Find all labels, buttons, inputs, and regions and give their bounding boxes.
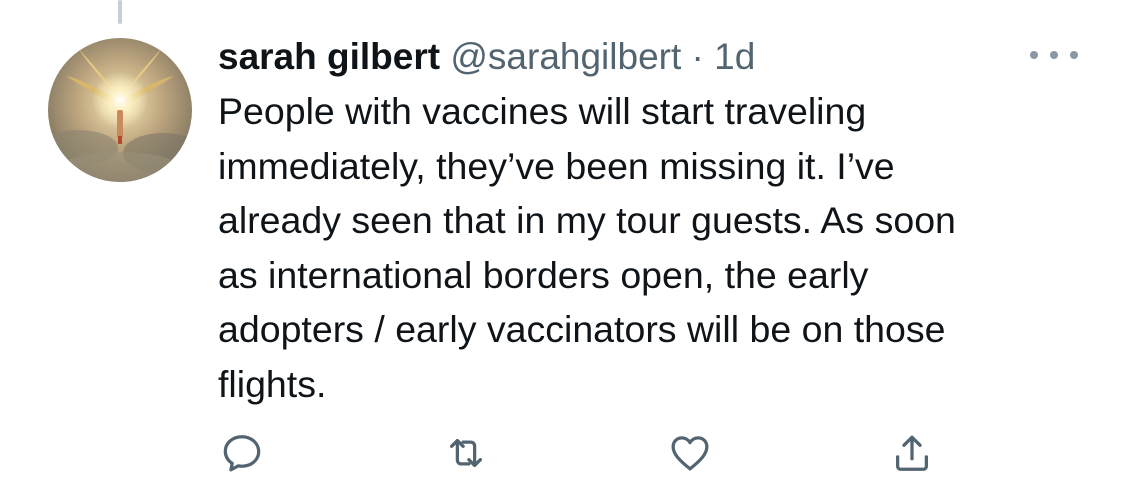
more-icon-dot: [1070, 51, 1078, 59]
more-icon-dot: [1050, 51, 1058, 59]
user-handle[interactable]: @sarahgilbert: [450, 36, 681, 77]
display-name[interactable]: sarah gilbert: [218, 36, 440, 77]
tweet-header: sarah gilbert @sarahgilbert · 1d: [218, 32, 1125, 82]
avatar-image: [48, 38, 192, 182]
reply-icon: [223, 435, 261, 472]
action-bar: [0, 430, 1125, 476]
like-button[interactable]: [666, 430, 714, 476]
retweet-icon: [449, 438, 483, 468]
tweet-text: People with vaccines will start travelin…: [218, 90, 956, 405]
separator-dot: ·: [691, 36, 704, 77]
retweet-button[interactable]: [442, 430, 490, 476]
timestamp[interactable]: 1d: [714, 36, 755, 77]
thread-connector-line: [118, 0, 122, 24]
share-icon: [895, 435, 929, 471]
avatar[interactable]: [48, 38, 192, 182]
share-button[interactable]: [888, 430, 936, 476]
heart-icon: [671, 436, 709, 471]
more-options-button[interactable]: [1030, 40, 1078, 70]
reply-button[interactable]: [218, 430, 266, 476]
more-icon: [1030, 51, 1038, 59]
